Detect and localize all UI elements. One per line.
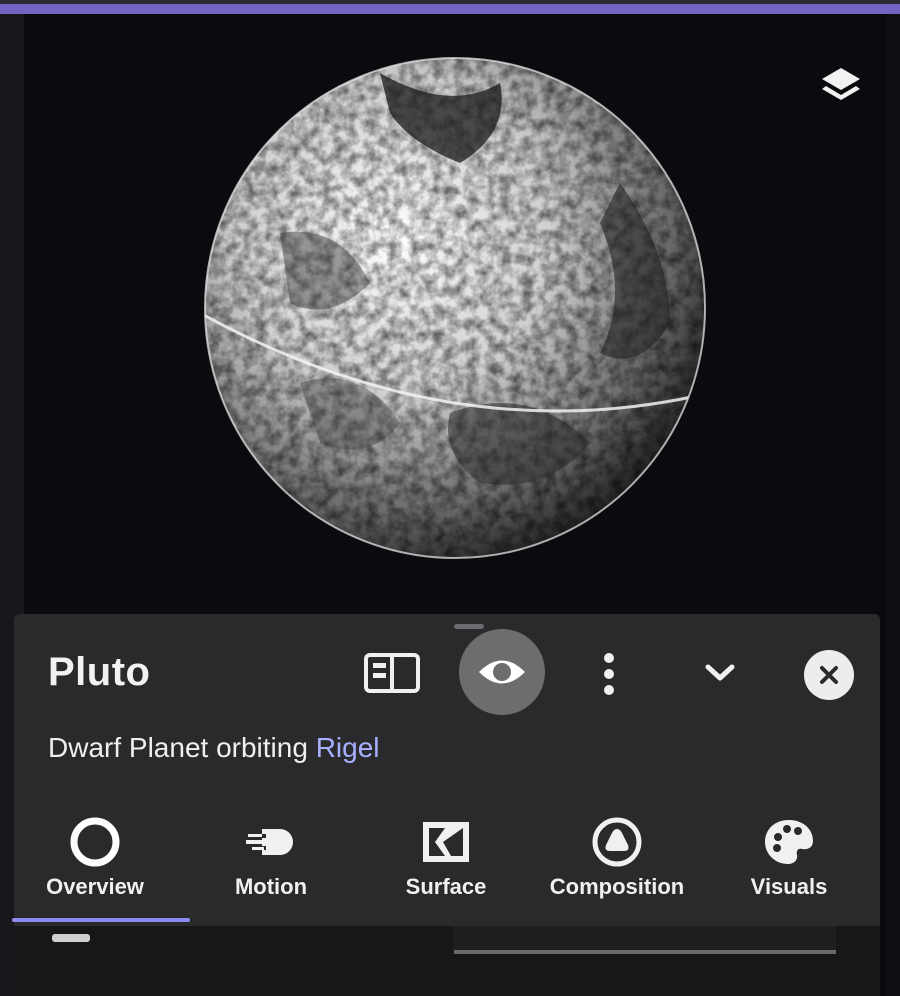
object-type-text: Dwarf Planet orbiting	[48, 732, 308, 763]
tab-visuals[interactable]: Visuals	[714, 810, 864, 910]
planet-viewer[interactable]	[24, 18, 886, 618]
surface-icon	[423, 822, 469, 862]
composition-icon	[592, 817, 642, 867]
more-options-button[interactable]	[594, 644, 624, 704]
object-subtitle: Dwarf Planet orbiting Rigel	[48, 732, 380, 764]
tab-label: Composition	[549, 874, 685, 899]
layers-button[interactable]	[814, 58, 868, 112]
ring-icon	[70, 817, 120, 867]
object-title: Pluto	[48, 650, 151, 694]
close-button[interactable]	[804, 650, 854, 700]
right-gutter	[886, 14, 900, 996]
layers-icon	[822, 68, 860, 100]
parent-body-link[interactable]: Rigel	[316, 732, 380, 763]
panel-sidebar-icon	[364, 653, 420, 693]
motion-icon	[246, 829, 293, 855]
tab-label: Overview	[46, 874, 144, 899]
tab-label: Visuals	[750, 874, 828, 899]
selected-tab-indicator	[12, 918, 190, 922]
eye-button[interactable]	[459, 629, 545, 715]
eye-icon	[479, 660, 525, 684]
tab-label: Motion	[234, 874, 308, 899]
tab-surface[interactable]: Surface	[371, 810, 521, 910]
content-value-row	[454, 926, 836, 954]
info-tabs: Overview Motion Surface Composition Visu…	[12, 810, 880, 926]
tab-composition[interactable]: Composition	[542, 810, 692, 910]
planet-render[interactable]	[200, 53, 710, 563]
tab-motion[interactable]: Motion	[196, 810, 346, 910]
object-info-panel: Pluto Dwarf Planet orbiting Rigel Overvi…	[12, 614, 880, 926]
more-vertical-icon	[604, 653, 614, 695]
content-marker	[52, 934, 90, 942]
close-icon	[820, 666, 838, 684]
palette-icon	[765, 820, 813, 864]
toggle-sidebar-button[interactable]	[360, 648, 424, 698]
tab-overview[interactable]: Overview	[12, 810, 190, 922]
tab-label: Surface	[405, 874, 487, 899]
panel-content-below	[14, 926, 880, 996]
drag-handle[interactable]	[454, 624, 484, 629]
collapse-button[interactable]	[698, 650, 742, 694]
chevron-down-icon	[705, 664, 735, 681]
accent-strip	[0, 4, 900, 14]
